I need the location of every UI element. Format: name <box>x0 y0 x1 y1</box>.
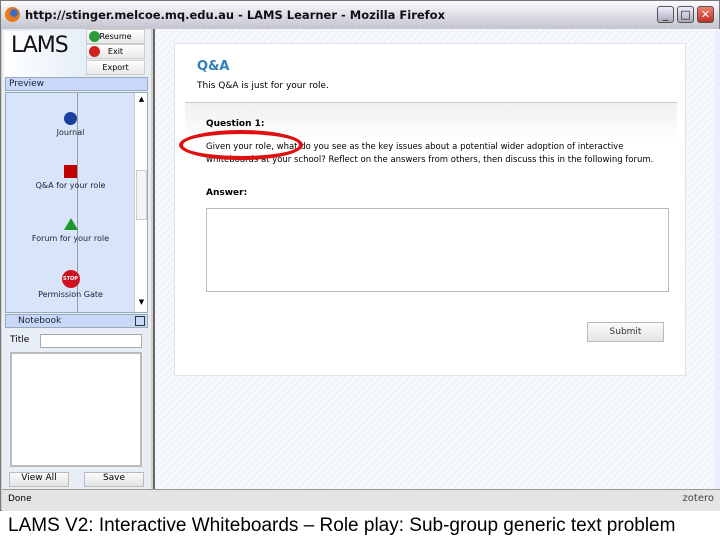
page-title: Q&A <box>197 59 230 74</box>
zotero-button[interactable]: zotero <box>683 493 714 504</box>
activity-qa[interactable]: Q&A for your role <box>6 165 135 190</box>
activity-label: Permission Gate <box>38 290 103 299</box>
activity-forum[interactable]: Forum for your role <box>6 218 135 243</box>
exit-button[interactable]: Exit <box>86 44 145 59</box>
activity-label: Q&A for your role <box>35 181 106 190</box>
maximize-icon[interactable] <box>135 316 145 326</box>
title-label: Title <box>10 335 30 345</box>
preview-header: Preview <box>5 77 148 91</box>
lams-logo: LAMS <box>4 31 84 77</box>
qa-panel: Q&A This Q&A is just for your role. Ques… <box>174 43 686 376</box>
scroll-thumb[interactable] <box>136 170 147 220</box>
submit-button[interactable]: Submit <box>587 322 664 342</box>
browser-window: http://stinger.melcoe.mq.edu.au - LAMS L… <box>0 0 720 511</box>
window-title: http://stinger.melcoe.mq.edu.au - LAMS L… <box>25 8 445 22</box>
answer-input[interactable] <box>206 208 669 292</box>
exit-label: Exit <box>107 47 124 56</box>
activity-permission-gate[interactable]: STOP Permission Gate <box>6 270 135 299</box>
circle-icon <box>64 112 77 125</box>
resume-label: Resume <box>99 32 132 41</box>
notebook-body-input[interactable] <box>10 352 142 467</box>
notebook-title-input[interactable] <box>40 334 142 348</box>
answer-label: Answer: <box>206 188 248 198</box>
scroll-down-icon[interactable]: ▼ <box>136 298 147 309</box>
activity-map: Journal Q&A for your role Forum for your… <box>5 92 148 313</box>
firefox-icon <box>5 7 20 22</box>
exit-icon <box>89 46 100 57</box>
view-all-button[interactable]: View All <box>9 472 69 487</box>
learner-sidebar: LAMS Resume Exit Export Preview Journal … <box>2 29 151 489</box>
status-text: Done <box>8 494 32 504</box>
save-button[interactable]: Save <box>84 472 144 487</box>
maximize-button[interactable]: □ <box>677 6 694 23</box>
status-bar: Done zotero <box>2 489 720 511</box>
resume-icon <box>89 31 100 42</box>
notebook-header[interactable]: Notebook <box>5 314 148 328</box>
minimize-button[interactable]: _ <box>657 6 674 23</box>
scroll-up-icon[interactable]: ▲ <box>136 95 147 106</box>
activity-journal[interactable]: Journal <box>6 112 135 137</box>
activity-label: Forum for your role <box>31 234 110 243</box>
preview-scrollbar[interactable]: ▲ ▼ <box>134 93 147 312</box>
stop-icon: STOP <box>61 270 80 288</box>
notebook-label: Notebook <box>18 316 62 326</box>
square-icon <box>64 165 77 178</box>
title-bar: http://stinger.melcoe.mq.edu.au - LAMS L… <box>1 1 719 29</box>
content-area: Q&A This Q&A is just for your role. Ques… <box>153 29 715 489</box>
question-label: Question 1: <box>206 119 265 129</box>
content-scrollbar[interactable] <box>715 29 720 489</box>
highlight-annotation <box>179 130 303 160</box>
triangle-icon <box>63 218 78 230</box>
slide-caption: LAMS V2: Interactive Whiteboards – Role … <box>8 515 676 536</box>
close-button[interactable]: ✕ <box>697 6 714 23</box>
export-button[interactable]: Export <box>86 60 145 75</box>
activity-label: Journal <box>56 128 85 137</box>
intro-text: This Q&A is just for your role. <box>197 81 329 91</box>
resume-button[interactable]: Resume <box>86 29 145 44</box>
